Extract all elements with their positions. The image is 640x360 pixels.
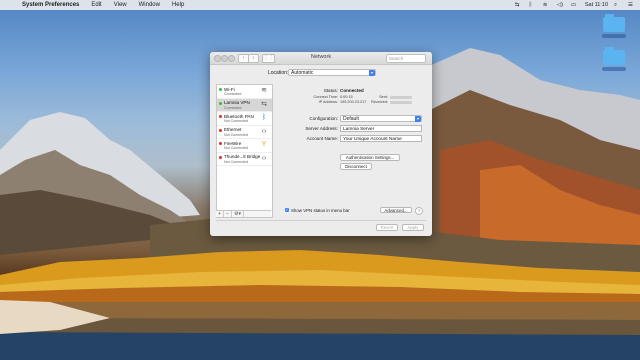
service-bluetooth-pan[interactable]: Bluetooth PAN Not Connected ᛒ: [217, 112, 272, 126]
server-address-value: Lamnia Server: [343, 127, 375, 132]
menu-bar: System Preferences Edit View Window Help…: [0, 0, 640, 10]
service-ethernet[interactable]: Ethernet Not Connected ‹›: [217, 126, 272, 139]
battery-icon[interactable]: ▭: [571, 2, 579, 8]
menu-clock[interactable]: Sat 11:10: [585, 2, 608, 8]
service-name: Lamnia VPN: [224, 100, 250, 105]
add-service-button[interactable]: +: [216, 211, 224, 217]
sent-label: Sent:: [379, 95, 388, 99]
desktop-folder[interactable]: [602, 14, 626, 38]
location-label: Location:: [268, 70, 289, 76]
configuration-select[interactable]: Default ▾: [340, 115, 422, 122]
chevron-down-icon: ▾: [415, 116, 421, 122]
service-status: Not Connected: [224, 159, 248, 164]
volume-icon[interactable]: ◁): [557, 2, 565, 8]
folder-label: [602, 34, 626, 38]
service-name: Bluetooth PAN: [224, 113, 254, 119]
service-thunderbolt-bridge[interactable]: Thunde...lt Bridge Not Connected ‹›: [217, 153, 272, 166]
location-select[interactable]: Automatic ▾: [288, 69, 376, 76]
service-status: Connected: [224, 105, 242, 110]
status-dot: [219, 155, 222, 159]
wifi-icon: ≋: [261, 87, 267, 94]
window-titlebar[interactable]: ‹ › ⋮⋮ Network Search: [210, 52, 432, 65]
status-value: Connected: [340, 88, 364, 93]
gear-icon[interactable]: ⚙▾: [232, 211, 244, 217]
configuration-value: Default: [343, 116, 359, 122]
menu-app-name[interactable]: System Preferences: [16, 2, 85, 8]
menu-bar-status-area: ⇆ ᛒ ≋ ◁) ▭ Sat 11:10 ⌕ ☰: [515, 0, 636, 10]
service-status: Not Connected: [224, 119, 248, 123]
ethernet-icon: ‹›: [261, 127, 267, 135]
vpn-detail-pane: Status: Connected Connect Time: 0:00:15 …: [272, 84, 423, 216]
account-name-label: Account Name:: [306, 136, 338, 141]
service-status: Not Connected: [224, 146, 248, 150]
service-firewire[interactable]: FireWire Not Connected Y: [217, 139, 272, 153]
authentication-settings-button[interactable]: Authentication Settings...: [340, 154, 400, 161]
folder-label: [602, 67, 626, 71]
footer-divider: [216, 220, 426, 221]
connect-time-value: 0:00:15: [340, 95, 353, 99]
service-name: Wi-Fi: [224, 86, 235, 92]
folder-icon: [603, 14, 625, 32]
remove-service-button[interactable]: −: [224, 211, 232, 217]
spotlight-icon[interactable]: ⌕: [614, 2, 622, 8]
service-status: Connected: [224, 92, 242, 96]
received-meter: [390, 101, 412, 104]
search-field[interactable]: Search: [386, 54, 426, 63]
ip-address-value: 195.200.23.217: [340, 100, 367, 104]
location-value: Automatic: [291, 70, 314, 76]
search-placeholder: Search: [389, 55, 404, 61]
service-wifi[interactable]: Wi-Fi Connected ≋: [217, 85, 272, 99]
service-name: Ethernet: [224, 127, 242, 132]
service-lamnia-vpn[interactable]: Lamnia VPN Connected ⇆: [217, 98, 272, 112]
service-list: Wi-Fi Connected ≋ Lamnia VPN Connected ⇆…: [216, 84, 273, 218]
vpn-icon: ⇆: [261, 100, 267, 108]
desktop-folder[interactable]: [602, 47, 626, 71]
sent-meter: [390, 96, 412, 99]
menu-edit[interactable]: Edit: [85, 2, 107, 8]
server-address-label: Server Address:: [305, 126, 338, 131]
thunderbolt-bridge-icon: ‹›: [261, 154, 267, 162]
service-status: Not Connected: [224, 132, 248, 137]
server-address-field[interactable]: Lamnia Server: [340, 125, 422, 132]
chevron-down-icon: ▾: [369, 70, 375, 76]
menu-help[interactable]: Help: [166, 2, 190, 8]
menu-window[interactable]: Window: [133, 2, 166, 8]
folder-icon: [603, 47, 625, 65]
status-dot: [219, 128, 222, 132]
bluetooth-icon[interactable]: ᛒ: [529, 2, 537, 8]
connect-time-label: Connect Time:: [313, 95, 338, 99]
notification-center-icon[interactable]: ☰: [628, 2, 636, 8]
received-label: Received:: [371, 100, 388, 104]
account-name-field[interactable]: Your Unique Account Name: [340, 135, 422, 142]
location-row: Location: Automatic ▾: [210, 69, 432, 78]
vpn-status-icon[interactable]: ⇆: [515, 2, 523, 8]
advanced-button[interactable]: Advanced...: [380, 206, 412, 213]
bluetooth-icon: ᛒ: [261, 114, 267, 121]
menu-view[interactable]: View: [108, 2, 133, 8]
wifi-icon[interactable]: ≋: [543, 2, 551, 8]
status-dot: [219, 115, 222, 118]
disconnect-button[interactable]: Disconnect: [340, 163, 372, 170]
status-dot: [219, 142, 222, 145]
status-dot: [219, 101, 222, 105]
network-preferences-window: ‹ › ⋮⋮ Network Search Location: Automati…: [210, 52, 432, 236]
firewire-icon: Y: [261, 141, 267, 148]
configuration-label: Configuration:: [309, 116, 338, 121]
service-list-toolbar: + − ⚙▾: [216, 210, 271, 217]
status-label: Status:: [323, 88, 338, 93]
status-dot: [219, 88, 222, 91]
help-button[interactable]: ?: [415, 206, 423, 215]
revert-button[interactable]: Revert: [376, 224, 398, 231]
apply-button[interactable]: Apply: [402, 224, 424, 231]
ip-address-label: IP Address:: [318, 100, 338, 104]
service-name: FireWire: [224, 140, 242, 146]
show-vpn-label: Show VPN status in menu bar: [291, 207, 350, 213]
show-vpn-checkbox[interactable]: ✓: [285, 208, 289, 212]
account-name-value: Your Unique Account Name: [343, 137, 402, 142]
service-name: Thunde...lt Bridge: [224, 154, 261, 159]
